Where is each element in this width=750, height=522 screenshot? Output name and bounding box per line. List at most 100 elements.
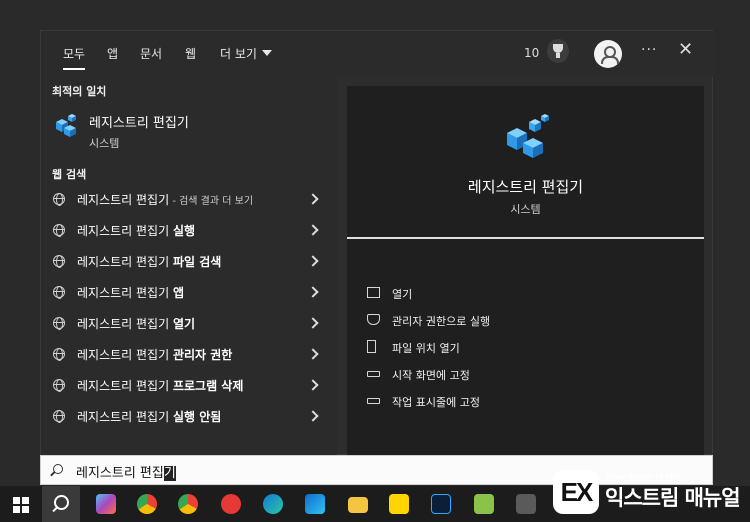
web-result-text: 레지스트리 편집기 관리자 권한 bbox=[77, 346, 232, 363]
preview-app-name: 레지스트리 편집기 bbox=[467, 178, 584, 196]
registry-editor-icon bbox=[56, 114, 76, 137]
web-result-bold: 실행 안됨 bbox=[172, 410, 222, 424]
best-match-heading: 최적의 일치 bbox=[52, 85, 107, 98]
web-result-base: 레지스트리 편집기 bbox=[77, 224, 173, 238]
notepad-icon[interactable] bbox=[474, 494, 494, 514]
close-icon[interactable]: ✕ bbox=[678, 39, 693, 60]
web-result-bold: 열기 bbox=[172, 317, 196, 331]
web-result-base: 레지스트리 편집기 bbox=[77, 193, 170, 207]
registry-editor-large-icon bbox=[507, 114, 549, 158]
tab-all[interactable]: 모두 bbox=[63, 45, 86, 70]
web-result-row[interactable]: 레지스트리 편집기 프로그램 삭제 bbox=[41, 371, 337, 401]
globe-icon bbox=[53, 410, 65, 423]
search-typed-text: 레지스트리 편집 bbox=[76, 466, 164, 481]
search-panel: 모두 앱 문서 웹 더 보기 10 ··· ✕ 최적의 일치 레지스트리 편집기 bbox=[40, 30, 714, 456]
tab-apps[interactable]: 앱 bbox=[107, 45, 118, 62]
youtube-music-icon[interactable] bbox=[221, 494, 241, 514]
globe-icon bbox=[53, 193, 65, 206]
action-label: 시작 화면에 고정 bbox=[392, 369, 470, 382]
rewards-points: 10 bbox=[524, 46, 540, 60]
more-options-icon[interactable]: ··· bbox=[641, 42, 657, 58]
taskbar-search-icon[interactable] bbox=[42, 486, 80, 522]
watermark-name: 익스트림 매뉴얼 bbox=[605, 486, 741, 510]
preview-divider bbox=[347, 237, 704, 239]
chevron-right-icon bbox=[307, 348, 319, 360]
preview-pane: 레지스트리 편집기 시스템 열기 관리자 권한으로 실행 파일 위치 열기 시작… bbox=[347, 86, 704, 456]
search-input[interactable]: 레지스트리 편집기 bbox=[76, 462, 176, 481]
account-avatar[interactable] bbox=[594, 40, 622, 68]
action-label: 열기 bbox=[392, 288, 413, 301]
photoshop-icon[interactable] bbox=[431, 494, 451, 514]
web-result-base: 레지스트리 편집기 bbox=[77, 348, 173, 362]
chevron-right-icon bbox=[307, 317, 319, 329]
edge-icon[interactable] bbox=[263, 494, 283, 514]
best-match-name: 레지스트리 편집기 bbox=[89, 116, 189, 131]
web-search-heading: 웹 검색 bbox=[52, 168, 87, 181]
open-icon bbox=[367, 287, 380, 298]
store-app-icon[interactable] bbox=[305, 494, 325, 514]
web-result-text: 레지스트리 편집기 열기 bbox=[77, 315, 195, 332]
search-selected-text: 기 bbox=[163, 466, 176, 481]
filter-bar: 모두 앱 문서 웹 더 보기 10 ··· ✕ bbox=[41, 31, 714, 77]
tab-more-label: 더 보기 bbox=[220, 47, 257, 61]
globe-icon bbox=[53, 317, 65, 330]
web-result-row[interactable]: 레지스트리 편집기 앱 bbox=[41, 278, 337, 308]
web-result-bold: 앱 bbox=[172, 286, 184, 300]
chevron-right-icon bbox=[307, 410, 319, 422]
web-result-base: 레지스트리 편집기 bbox=[77, 379, 173, 393]
web-result-base: 레지스트리 편집기 bbox=[77, 317, 173, 331]
action-label: 관리자 권한으로 실행 bbox=[392, 315, 491, 328]
tab-more[interactable]: 더 보기 bbox=[220, 45, 272, 62]
web-result-row[interactable]: 레지스트리 편집기 실행 안됨 bbox=[41, 402, 337, 432]
chevron-right-icon bbox=[307, 379, 319, 391]
chevron-right-icon bbox=[307, 224, 319, 236]
web-result-text: 레지스트리 편집기 프로그램 삭제 bbox=[77, 377, 243, 394]
best-match-type: 시스템 bbox=[89, 137, 120, 150]
web-result-row[interactable]: 레지스트리 편집기 열기 bbox=[41, 309, 337, 339]
web-result-bold: 실행 bbox=[172, 224, 196, 238]
file-icon bbox=[367, 340, 376, 353]
globe-icon bbox=[53, 379, 65, 392]
windows-start-icon[interactable] bbox=[13, 497, 29, 513]
tab-documents[interactable]: 문서 bbox=[140, 45, 162, 62]
chevron-right-icon bbox=[307, 193, 319, 205]
chrome-icon[interactable] bbox=[137, 494, 157, 514]
globe-icon bbox=[53, 348, 65, 361]
web-result-row[interactable]: 레지스트리 편집기 - 검색 결과 더 보기 bbox=[41, 185, 337, 215]
results-list: 최적의 일치 레지스트리 편집기 시스템 웹 검색 레지스트리 편집기 - 검색… bbox=[41, 77, 337, 456]
pin-icon bbox=[367, 371, 380, 377]
web-result-suffix: - 검색 결과 더 보기 bbox=[169, 196, 254, 207]
web-result-row[interactable]: 레지스트리 편집기 관리자 권한 bbox=[41, 340, 337, 370]
web-result-bold: 파일 검색 bbox=[172, 255, 222, 269]
rewards-trophy-icon[interactable] bbox=[547, 39, 569, 63]
web-result-row[interactable]: 레지스트리 편집기 파일 검색 bbox=[41, 247, 337, 277]
pin-icon bbox=[367, 398, 380, 404]
watermark-mark: EX bbox=[560, 477, 594, 507]
web-result-base: 레지스트리 편집기 bbox=[77, 410, 173, 424]
web-result-bold: 프로그램 삭제 bbox=[172, 379, 244, 393]
watermark-logo: EX bbox=[553, 470, 599, 514]
web-result-text: 레지스트리 편집기 앱 bbox=[77, 284, 184, 301]
chevron-right-icon bbox=[307, 255, 319, 267]
preview-app-type: 시스템 bbox=[510, 203, 541, 216]
chrome-profile-icon[interactable] bbox=[178, 494, 198, 514]
web-result-text: 레지스트리 편집기 파일 검색 bbox=[77, 253, 221, 270]
caret-down-icon bbox=[261, 50, 272, 56]
tab-web[interactable]: 웹 bbox=[185, 45, 196, 62]
web-result-base: 레지스트리 편집기 bbox=[77, 286, 173, 300]
action-label: 파일 위치 열기 bbox=[392, 342, 460, 355]
copilot-icon[interactable] bbox=[96, 494, 116, 514]
web-result-text: 레지스트리 편집기 실행 bbox=[77, 222, 195, 239]
globe-icon bbox=[53, 255, 65, 268]
potplayer-icon[interactable] bbox=[389, 494, 409, 514]
globe-icon bbox=[53, 286, 65, 299]
file-explorer-icon[interactable] bbox=[348, 497, 368, 513]
web-result-text: 레지스트리 편집기 실행 안됨 bbox=[77, 408, 221, 425]
chevron-right-icon bbox=[307, 286, 319, 298]
watermark-tagline: More Better IT Life bbox=[606, 473, 681, 481]
globe-icon bbox=[53, 224, 65, 237]
web-result-text: 레지스트리 편집기 - 검색 결과 더 보기 bbox=[77, 191, 253, 208]
web-result-row[interactable]: 레지스트리 편집기 실행 bbox=[41, 216, 337, 246]
web-result-bold: 관리자 권한 bbox=[172, 348, 233, 362]
calculator-icon[interactable] bbox=[516, 494, 536, 514]
